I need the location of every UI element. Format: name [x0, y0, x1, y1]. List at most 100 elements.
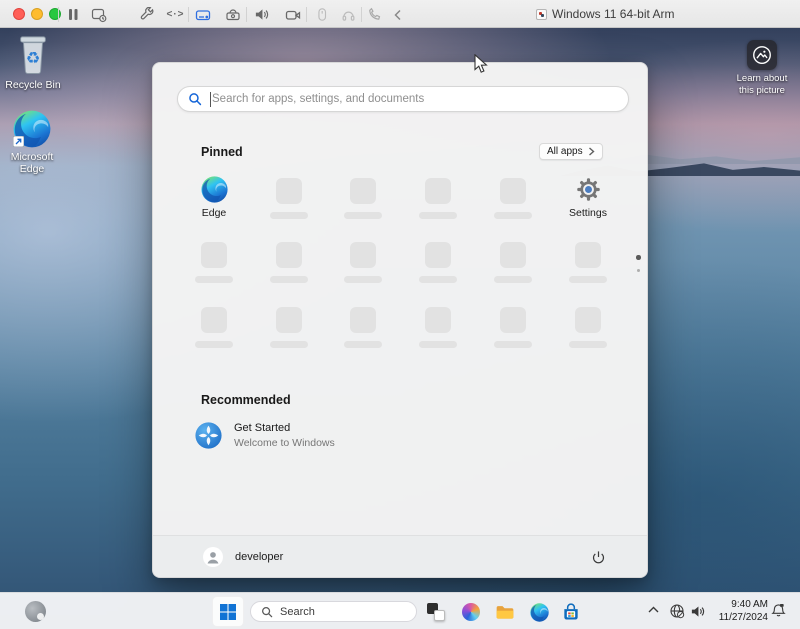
start-menu-footer: developer [153, 535, 647, 577]
usb-mouse-icon[interactable] [313, 6, 330, 23]
start-search-box[interactable] [177, 86, 629, 112]
pinned-app-placeholder[interactable] [481, 307, 545, 348]
windows-logo-icon [220, 604, 236, 620]
chevron-up-icon [648, 606, 659, 614]
user-avatar [203, 547, 223, 567]
window-title: Windows 11 64-bit Arm [536, 6, 675, 22]
hard-disk-icon[interactable] [194, 6, 211, 23]
picture-info-icon [747, 40, 777, 70]
camera-icon[interactable] [284, 6, 301, 23]
bell-icon [771, 603, 786, 618]
pinned-app-placeholder[interactable] [406, 242, 470, 283]
pinned-app-placeholder[interactable] [257, 242, 321, 283]
tray-date: 11/27/2024 [712, 612, 768, 625]
edge-taskbar-button[interactable] [528, 601, 550, 623]
tray-overflow-button[interactable] [648, 606, 659, 614]
headphones-icon[interactable] [340, 6, 357, 23]
mouse-cursor [474, 54, 488, 74]
chevron-right-icon [588, 147, 595, 156]
settings-gear-icon [575, 176, 602, 203]
pinned-page-dots[interactable] [636, 255, 641, 272]
recommended-item-get-started[interactable]: Get Started Welcome to Windows [195, 422, 335, 449]
power-button[interactable] [589, 548, 607, 566]
cd-dvd-drive-icon[interactable] [224, 6, 241, 23]
toolbar-separator [58, 7, 59, 22]
start-menu: Pinned All apps Edge Settings [152, 62, 648, 578]
get-started-icon [195, 422, 222, 449]
clock-calendar-button[interactable]: 9:40 AM 11/27/2024 [712, 599, 768, 624]
macos-titlebar: <·> Windows 11 64-bi [0, 0, 800, 28]
pinned-app-placeholder[interactable] [331, 178, 395, 219]
pinned-app-placeholder[interactable] [331, 242, 395, 283]
code-snippets-icon[interactable]: <·> [167, 6, 184, 23]
search-icon [188, 92, 202, 106]
pinned-app-placeholder[interactable] [257, 178, 321, 219]
folder-icon [495, 602, 515, 622]
page-dot[interactable] [637, 269, 640, 272]
pinned-app-placeholder[interactable] [556, 307, 620, 348]
pinned-app-placeholder[interactable] [182, 242, 246, 283]
pinned-app-edge[interactable]: Edge [182, 176, 246, 219]
page-dot-active[interactable] [636, 255, 641, 260]
pinned-app-placeholder[interactable] [406, 307, 470, 348]
pinned-app-placeholder[interactable] [481, 178, 545, 219]
phone-handset-icon[interactable] [366, 6, 383, 23]
edge-icon [13, 110, 51, 148]
fullscreen-window-button[interactable] [49, 8, 61, 20]
edge-icon [530, 603, 549, 622]
recommended-header: Recommended [201, 393, 291, 407]
pause-vm-icon[interactable] [64, 6, 81, 23]
start-search-input[interactable] [212, 93, 618, 105]
notifications-button[interactable] [771, 603, 786, 618]
desktop-icon-learn-about-picture[interactable]: Learn about this picture [729, 40, 795, 97]
task-view-button[interactable] [425, 601, 447, 623]
close-window-button[interactable] [13, 8, 25, 20]
desktop-icon-microsoft-edge[interactable]: Microsoft Edge [0, 110, 64, 175]
svg-text:♻: ♻ [26, 49, 40, 68]
store-bag-icon [561, 602, 581, 622]
taskbar: Search [0, 592, 800, 629]
pinned-app-placeholder[interactable] [331, 307, 395, 348]
widgets-weather-icon[interactable] [25, 601, 46, 622]
speaker-icon [690, 604, 705, 619]
task-view-icon [427, 603, 445, 621]
search-icon [261, 606, 273, 618]
recycle-bin-icon: ♻ [14, 32, 52, 76]
collapse-toolbar-chevron-icon[interactable] [389, 6, 406, 23]
desktop-icon-recycle-bin[interactable]: ♻ Recycle Bin [1, 32, 65, 91]
globe-no-internet-icon [669, 603, 685, 619]
copilot-icon [462, 603, 480, 621]
user-profile-button[interactable]: developer [203, 547, 283, 567]
pinned-app-placeholder[interactable] [481, 242, 545, 283]
text-caret [210, 92, 211, 107]
copilot-button[interactable] [460, 601, 482, 623]
power-icon [591, 550, 606, 565]
sound-device-icon[interactable] [253, 6, 270, 23]
desktop-wallpaper: ♻ Recycle Bin Microsoft Edge [0, 28, 800, 629]
pinned-app-settings[interactable]: Settings [556, 176, 620, 219]
all-apps-button[interactable]: All apps [539, 143, 603, 160]
pinned-app-placeholder[interactable] [257, 307, 321, 348]
volume-button[interactable] [690, 604, 705, 619]
microsoft-store-button[interactable] [560, 601, 582, 623]
toolbar-separator [306, 7, 307, 22]
vm-settings-wrench-icon[interactable] [139, 6, 156, 23]
toolbar-separator [188, 7, 189, 22]
toolbar-separator [361, 7, 362, 22]
pinned-app-placeholder[interactable] [556, 242, 620, 283]
vm-document-icon [536, 9, 547, 20]
minimize-window-button[interactable] [31, 8, 43, 20]
shortcut-arrow-icon [13, 136, 24, 147]
pinned-app-placeholder[interactable] [406, 178, 470, 219]
file-explorer-button[interactable] [494, 601, 516, 623]
edge-icon [201, 176, 228, 203]
network-status-button[interactable] [669, 603, 685, 619]
vm-window: <·> Windows 11 64-bi [0, 0, 800, 629]
start-button[interactable] [212, 596, 244, 627]
taskbar-search-box[interactable]: Search [250, 601, 417, 622]
pinned-app-placeholder[interactable] [182, 307, 246, 348]
pinned-header: Pinned [201, 145, 243, 159]
tray-time: 9:40 AM [712, 599, 768, 612]
toolbar-separator [246, 7, 247, 22]
snapshots-icon[interactable] [90, 6, 107, 23]
